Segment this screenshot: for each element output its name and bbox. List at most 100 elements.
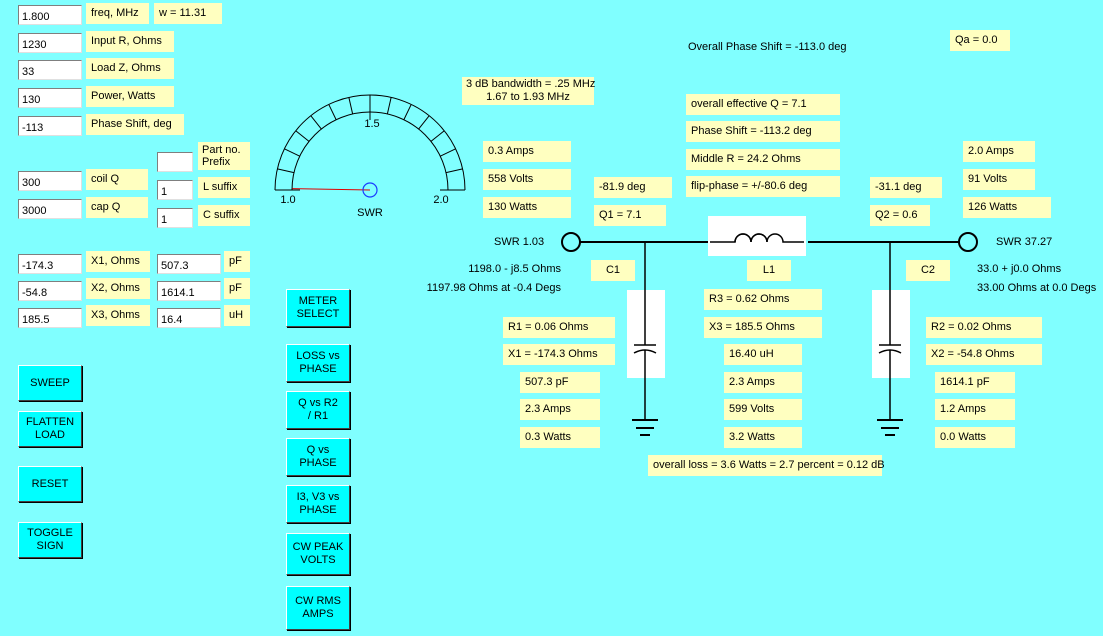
meter-tick <box>386 97 392 115</box>
meter-scale <box>274 94 466 191</box>
inductor-icon <box>708 216 806 256</box>
meter-tick <box>430 130 445 142</box>
c1-value-input[interactable] <box>157 254 221 274</box>
overall-loss: overall loss = 3.6 Watts = 2.7 percent =… <box>648 455 885 476</box>
meter-needle <box>292 188 371 191</box>
c1-unit-label: pF <box>224 251 250 272</box>
load-z-input[interactable] <box>18 60 82 80</box>
input-r-label: Input R, Ohms <box>86 31 174 52</box>
output-amps: 2.0 Amps <box>963 141 1035 162</box>
q-vs-r2r1-button[interactable]: Q vs R2 / R1 <box>286 391 350 429</box>
coil-q-label: coil Q <box>86 169 148 190</box>
meter-tick <box>418 115 430 130</box>
reset-button[interactable]: RESET <box>18 466 82 502</box>
x3-input[interactable] <box>18 308 82 328</box>
sweep-button[interactable]: SWEEP <box>18 365 82 401</box>
cap-q-label: cap Q <box>86 197 148 218</box>
capacitor-c1-icon <box>627 290 665 378</box>
toggle-sign-button[interactable]: TOGGLE SIGN <box>18 522 82 558</box>
c1-r: R1 = 0.06 Ohms <box>503 317 615 338</box>
input-impedance-polar: 1197.98 Ohms at -0.4 Degs <box>426 282 561 294</box>
meter-tick <box>328 104 337 120</box>
swr-meter[interactable]: 1.0 1.5 2.0 SWR <box>270 90 480 220</box>
load-z-label: Load Z, Ohms <box>86 58 174 79</box>
output-phase: -31.1 deg <box>870 177 942 198</box>
l1-amps: 2.3 Amps <box>724 372 802 393</box>
c2-name: C2 <box>906 260 950 281</box>
c2-value-input[interactable] <box>157 281 221 301</box>
x2-input[interactable] <box>18 281 82 301</box>
c-suffix-label: C suffix <box>198 205 250 226</box>
meter-tick <box>295 130 310 142</box>
input-phase: -81.9 deg <box>594 177 672 198</box>
power-label: Power, Watts <box>86 86 174 107</box>
cw-rms-amps-button[interactable]: CW RMS AMPS <box>286 586 350 630</box>
meter-label: SWR <box>357 207 383 219</box>
c2-capacitance: 1614.1 pF <box>935 372 1015 393</box>
effective-q: overall effective Q = 7.1 <box>686 94 840 115</box>
c1-watts: 0.3 Watts <box>520 427 600 448</box>
input-volts: 558 Volts <box>483 169 571 190</box>
output-terminal-icon <box>958 232 978 252</box>
output-swr: SWR 37.27 <box>996 236 1053 248</box>
l1-r: R3 = 0.62 Ohms <box>704 289 822 310</box>
coil-q-input[interactable] <box>18 171 82 191</box>
c2-x: X2 = -54.8 Ohms <box>926 344 1042 365</box>
freq-input[interactable] <box>18 5 82 25</box>
l1-name: L1 <box>747 260 791 281</box>
c2-unit-label: pF <box>224 278 250 299</box>
meter-tick <box>284 148 300 157</box>
output-volts: 91 Volts <box>963 169 1035 190</box>
meter-tick <box>277 168 295 174</box>
meter-tick <box>348 97 354 115</box>
x2-label: X2, Ohms <box>86 278 150 299</box>
input-amps: 0.3 Amps <box>483 141 571 162</box>
flip-phase-readout: flip-phase = +/-80.6 deg <box>686 176 840 197</box>
c1-capacitance: 507.3 pF <box>520 372 600 393</box>
flatten-load-button[interactable]: FLATTEN LOAD <box>18 411 82 447</box>
bandwidth-line2: 1.67 to 1.93 MHz <box>486 91 570 103</box>
c2-watts: 0.0 Watts <box>935 427 1015 448</box>
l1-x: X3 = 185.5 Ohms <box>704 317 822 338</box>
meter-tick-max: 2.0 <box>433 194 448 206</box>
part-prefix-input[interactable] <box>157 152 193 172</box>
input-r-input[interactable] <box>18 33 82 53</box>
part-prefix-label: Part no. Prefix <box>198 142 250 170</box>
phase-shift-input[interactable] <box>18 116 82 136</box>
l1-volts: 599 Volts <box>724 399 802 420</box>
cw-peak-volts-button[interactable]: CW PEAK VOLTS <box>286 533 350 575</box>
phase-shift-label: Phase Shift, deg <box>86 114 184 135</box>
l1-watts: 3.2 Watts <box>724 427 802 448</box>
bandwidth-readout: 3 dB bandwidth = .25 MHz 1.67 to 1.93 MH… <box>462 77 596 105</box>
q-vs-phase-button[interactable]: Q vs PHASE <box>286 438 350 476</box>
x1-label: X1, Ohms <box>86 251 150 272</box>
bandwidth-line1: 3 dB bandwidth = .25 MHz <box>466 78 596 90</box>
c1-amps: 2.3 Amps <box>520 399 600 420</box>
middle-r-readout: Middle R = 24.2 Ohms <box>686 149 840 170</box>
input-swr: SWR 1.03 <box>494 236 545 248</box>
cap-q-input[interactable] <box>18 199 82 219</box>
loss-vs-phase-button[interactable]: LOSS vs PHASE <box>286 344 350 382</box>
meter-tick <box>440 148 456 157</box>
i3v3-vs-phase-button[interactable]: I3, V3 vs PHASE <box>286 485 350 523</box>
capacitor-c2-icon <box>872 290 910 378</box>
x3-label: X3, Ohms <box>86 305 150 326</box>
power-input[interactable] <box>18 88 82 108</box>
meter-tick <box>445 168 463 174</box>
c-suffix-input[interactable] <box>157 208 193 228</box>
qa-readout: Qa = 0.0 <box>950 30 1010 51</box>
l-suffix-input[interactable] <box>157 180 193 200</box>
overall-phase-shift: Overall Phase Shift = -113.0 deg <box>688 41 847 53</box>
l1-inductance: 16.40 uH <box>724 344 802 365</box>
meter-tick <box>403 104 412 120</box>
meter-select-button[interactable]: METER SELECT <box>286 289 350 327</box>
c2-r: R2 = 0.02 Ohms <box>926 317 1042 338</box>
meter-tick-mid: 1.5 <box>364 118 379 130</box>
phase-shift-readout: Phase Shift = -113.2 deg <box>686 121 840 142</box>
l-unit-label: uH <box>224 305 250 326</box>
c1-x: X1 = -174.3 Ohms <box>503 344 615 365</box>
x1-input[interactable] <box>18 254 82 274</box>
omega-readout: w = 11.31 <box>154 3 222 24</box>
l-value-input[interactable] <box>157 308 221 328</box>
input-terminal-icon <box>561 232 581 252</box>
